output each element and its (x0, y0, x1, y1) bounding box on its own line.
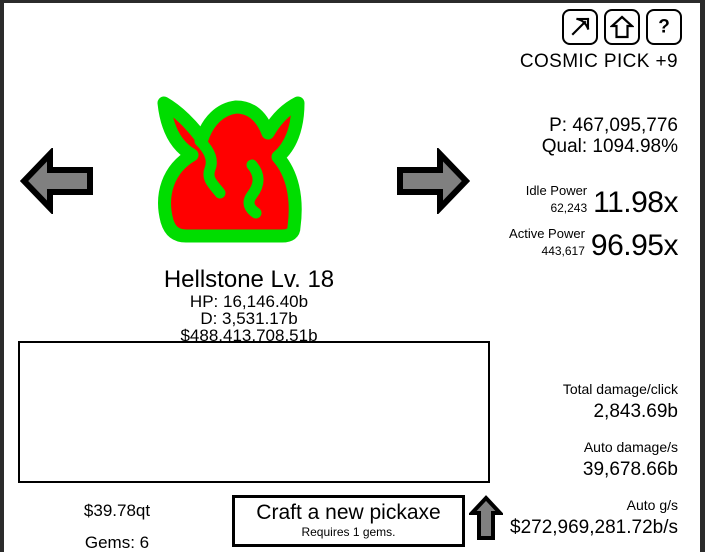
pickaxe-quality-line: Qual: 1094.98% (541, 136, 678, 157)
pickaxe-stats: P: 467,095,776 Qual: 1094.98% (468, 115, 678, 157)
arrow-right-icon (397, 146, 471, 216)
active-power-multiplier: 96.95x (590, 229, 679, 262)
monster-info: Hellstone Lv. 18 HP: 16,146.40b D: 3,531… (4, 266, 494, 345)
gems-amount: Gems: 6 (84, 533, 150, 552)
active-power-labels: Active Power 443,617 (509, 226, 585, 261)
money-amount: $39.78qt (83, 501, 151, 520)
pickaxe-panel: COSMIC PICK +9 P: 467,095,776 Qual: 1094… (468, 3, 678, 269)
craft-button-label: Craft a new pickaxe (256, 500, 441, 524)
monster-sprite[interactable] (134, 81, 324, 271)
craft-area: Craft a new pickaxe Requires 1 gems. (232, 494, 505, 547)
idle-power-labels: Idle Power 62,243 (526, 183, 587, 218)
currency-panel: $39.78qt Gems: 6 (22, 495, 212, 552)
monster-damage: D: 3,531.17b (200, 309, 298, 328)
message-log[interactable] (18, 341, 490, 483)
active-power-value: 443,617 (541, 244, 585, 258)
active-power-row: Active Power 443,617 96.95x (468, 226, 678, 261)
idle-power-label: Idle Power (525, 183, 588, 198)
idle-power-multiplier: 11.98x (593, 186, 678, 219)
power-block: Idle Power 62,243 11.98x Active Power 44… (468, 183, 678, 261)
craft-button-requirement: Requires 1 gems. (301, 524, 396, 539)
pickaxe-title: COSMIC PICK +9 (519, 51, 678, 72)
idle-power-row: Idle Power 62,243 11.98x (468, 183, 679, 219)
idle-power-value: 62,243 (550, 201, 588, 215)
monster-name: Hellstone Lv. 18 (163, 266, 335, 293)
craft-upgrade-button[interactable] (467, 494, 505, 547)
monster-hp: HP: 16,146.40b (189, 292, 309, 311)
hellstone-horned-head-sprite (157, 96, 305, 243)
active-power-label: Active Power (509, 226, 585, 241)
arrow-left-icon (19, 146, 93, 216)
up-arrow-icon (467, 495, 505, 540)
previous-monster-button[interactable] (19, 146, 94, 219)
game-window: ? COSMIC PICK +9 P: 467,095,776 Qual: 10… (0, 0, 705, 552)
message-log-text (20, 343, 488, 351)
next-monster-button[interactable] (396, 146, 471, 219)
craft-pickaxe-button[interactable]: Craft a new pickaxe Requires 1 gems. (232, 494, 465, 547)
pickaxe-power-line: P: 467,095,776 (549, 115, 678, 136)
